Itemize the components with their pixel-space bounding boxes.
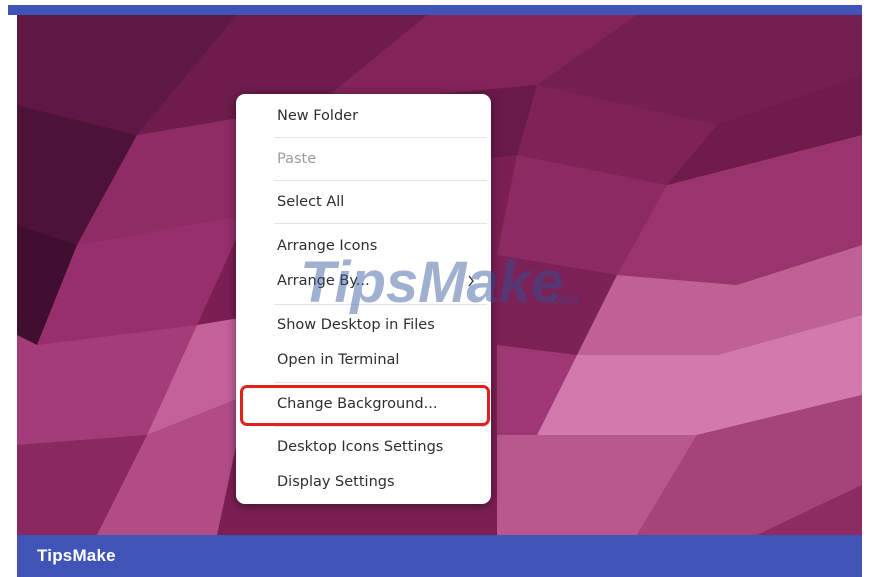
menu-separator (274, 382, 487, 383)
menu-item-paste: Paste (236, 142, 491, 176)
top-border-strip (8, 5, 862, 15)
caption-text: TipsMake (37, 546, 116, 565)
menu-item-select-all[interactable]: Select All (236, 185, 491, 219)
menu-item-label: Show Desktop in Files (277, 317, 435, 333)
menu-item-label: Desktop Icons Settings (277, 439, 444, 455)
desktop-context-menu: New Folder Paste Select All Arrange Icon… (236, 94, 491, 504)
menu-item-label: Arrange Icons (277, 238, 378, 254)
menu-item-label: Paste (277, 151, 317, 167)
menu-separator (274, 137, 487, 138)
menu-item-change-background[interactable]: Change Background... (236, 387, 491, 421)
menu-item-label: Open in Terminal (277, 352, 400, 368)
menu-item-desktop-icons-settings[interactable]: Desktop Icons Settings (236, 430, 491, 464)
menu-separator (274, 223, 487, 224)
menu-separator (274, 304, 487, 305)
menu-item-label: Select All (277, 194, 345, 210)
image-frame: New Folder Paste Select All Arrange Icon… (0, 0, 870, 577)
chevron-right-icon (468, 275, 474, 287)
menu-item-arrange-by[interactable]: Arrange By... (236, 264, 491, 298)
menu-item-new-folder[interactable]: New Folder (236, 99, 491, 133)
menu-item-label: Display Settings (277, 474, 395, 490)
caption-bar: TipsMake (17, 535, 862, 577)
menu-separator (274, 180, 487, 181)
menu-item-display-settings[interactable]: Display Settings (236, 465, 491, 499)
menu-item-label: Change Background... (277, 396, 438, 412)
menu-item-open-in-terminal[interactable]: Open in Terminal (236, 343, 491, 377)
menu-separator (274, 426, 487, 427)
menu-item-label: Arrange By... (277, 273, 370, 289)
menu-item-show-desktop-in-files[interactable]: Show Desktop in Files (236, 308, 491, 342)
menu-item-arrange-icons[interactable]: Arrange Icons (236, 229, 491, 263)
menu-item-label: New Folder (277, 108, 359, 124)
